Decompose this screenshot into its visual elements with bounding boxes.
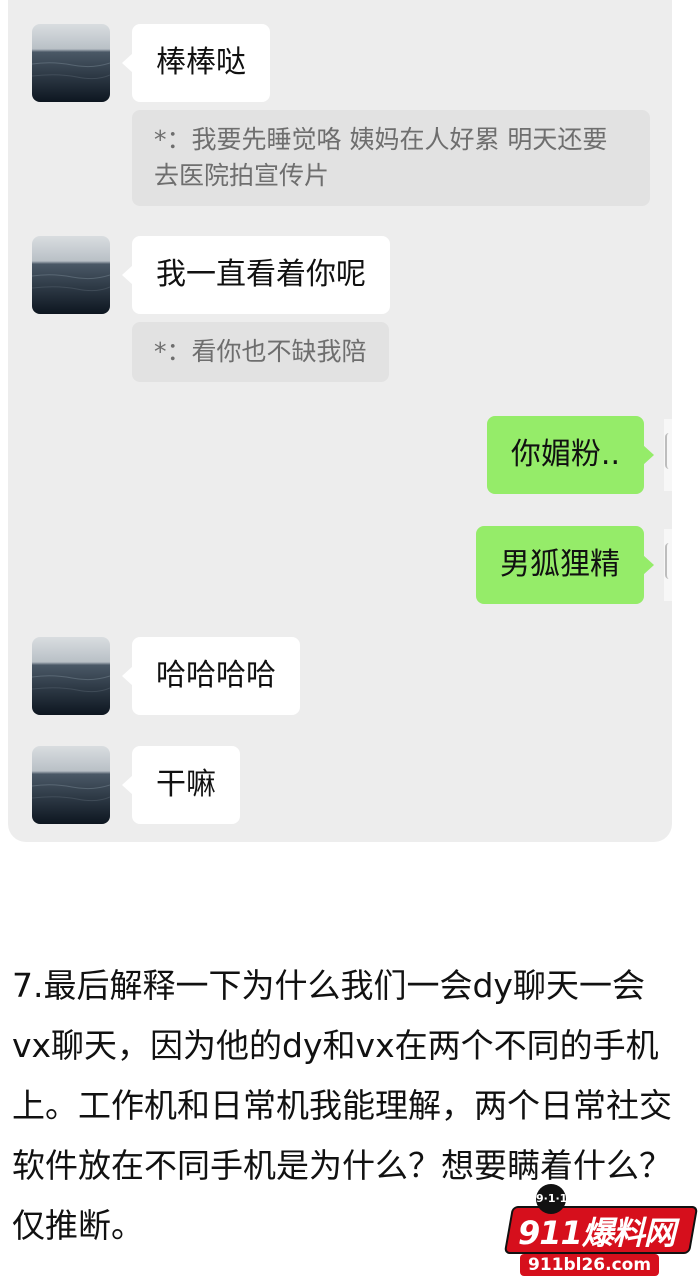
quoted-message[interactable]: *：看你也不缺我陪 [132,322,389,382]
site-watermark-logo: 9·1·1 911爆料网 911bl26.com [503,1184,698,1280]
message-bubble-received[interactable]: 我一直看着你呢 [122,236,390,314]
message-bubble-received[interactable]: 哈哈哈哈 [122,637,300,715]
contact-avatar[interactable] [32,637,110,715]
sea-landscape-avatar-icon [32,746,110,824]
quoted-message[interactable]: *：我要先睡觉咯 姨妈在人好累 明天还要去医院拍宣传片 [132,110,650,206]
sea-landscape-avatar-icon [32,637,110,715]
message-bubble-received[interactable]: 棒棒哒 [122,24,270,102]
self-avatar-edge[interactable] [664,529,672,601]
contact-avatar[interactable] [32,746,110,824]
sea-landscape-avatar-icon [32,236,110,314]
watermark-url: 911bl26.com [520,1254,660,1276]
message-bubble-sent[interactable]: 你媚粉.. [486,416,655,494]
watermark-title: 911爆料网 [518,1214,676,1252]
contact-avatar[interactable] [32,24,110,102]
message-bubble-sent[interactable]: 男狐狸精 [476,526,654,604]
chat-panel: 棒棒哒 *：我要先睡觉咯 姨妈在人好累 明天还要去医院拍宣传片 我一直看着你呢 … [8,0,672,842]
contact-avatar[interactable] [32,236,110,314]
sea-landscape-avatar-icon [32,24,110,102]
message-bubble-received[interactable]: 干嘛 [122,746,240,824]
self-avatar-edge[interactable] [664,419,672,491]
